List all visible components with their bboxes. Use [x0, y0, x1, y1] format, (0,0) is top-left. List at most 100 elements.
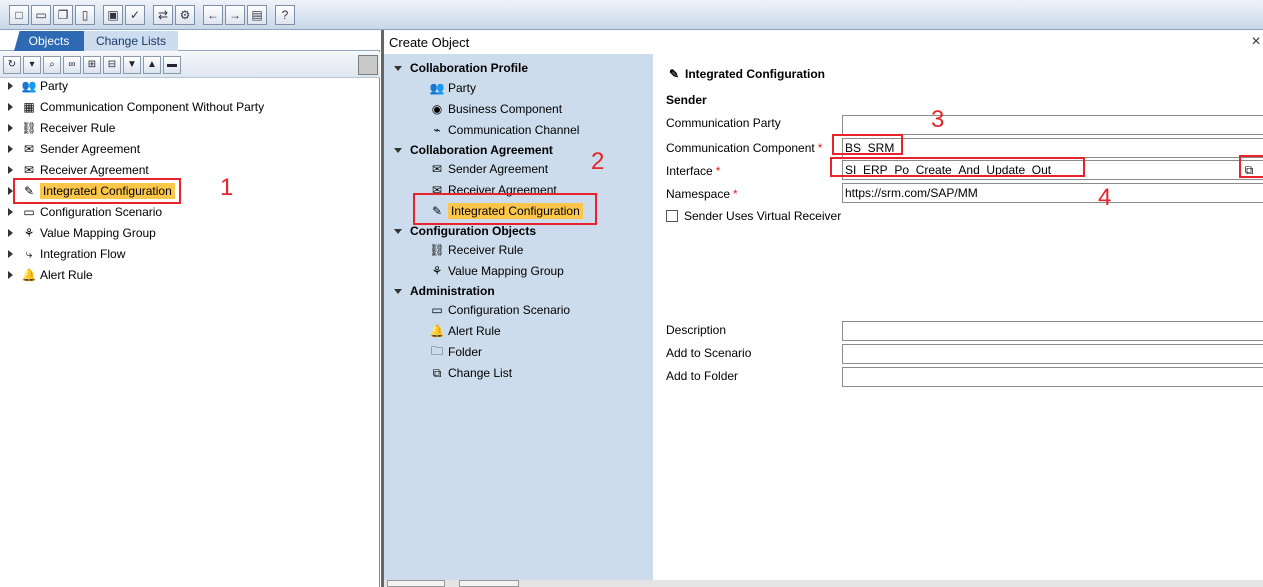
communication-party-label: Communication Party: [666, 116, 781, 130]
navigator-tabs: Objects Change Lists: [0, 30, 380, 51]
hierarchy-icon[interactable]: ⊟: [103, 55, 121, 74]
value-mapping-icon: ⚘: [23, 226, 35, 240]
settings-icon[interactable]: ⚙: [175, 4, 195, 25]
binoculars-icon[interactable]: ∞: [63, 55, 81, 74]
party-icon: 👥: [21, 79, 37, 93]
object-navigator: Objects Change Lists ↻ ▾ ⌕ ∞ ⊞ ⊟ ▼ ▲ ▬ 👥…: [0, 30, 380, 587]
copy-icon[interactable]: ❐: [53, 4, 73, 25]
add-to-folder-label: Add to Folder: [666, 369, 739, 383]
sender-agreement-icon: ✉: [431, 162, 443, 176]
new-icon[interactable]: □: [9, 4, 29, 25]
integration-flow-icon: ⤷: [25, 246, 33, 261]
tree-item-value-mapping-group[interactable]: ⚘ Value Mapping Group: [8, 223, 156, 243]
window-icon[interactable]: ▤: [247, 4, 267, 25]
nav-item-receiver-rule[interactable]: ⛓ Receiver Rule: [429, 240, 523, 260]
find-icon[interactable]: ⌕: [43, 55, 61, 74]
object-type-panel: Collaboration Profile 👥 Party ◉ Business C…: [384, 54, 653, 587]
tree-item-party[interactable]: 👥 Party: [8, 76, 68, 96]
namespace-label: Namespace *: [666, 187, 738, 201]
stop-icon[interactable]: [358, 55, 378, 75]
form-header: ✎ Integrated Configuration: [666, 66, 825, 82]
change-list-icon: ⧉: [432, 365, 442, 380]
nav-item-value-mapping-group[interactable]: ⚘ Value Mapping Group: [429, 261, 564, 281]
description-label: Description: [666, 323, 727, 337]
annotation-number-1: 1: [220, 174, 234, 201]
annotation-box-1: [13, 178, 181, 204]
nav-item-folder[interactable]: 🗀 Folder: [429, 342, 482, 362]
cancel-button[interactable]: [459, 580, 519, 587]
communication-component-input[interactable]: BS_SRM: [842, 138, 1263, 158]
expand-icon[interactable]: ⊞: [83, 55, 101, 74]
namespace-input[interactable]: https://srm.com/SAP/MM: [842, 183, 1263, 203]
alert-rule-icon: 🔔: [429, 324, 445, 338]
annotation-number-2: 2: [591, 148, 605, 175]
down-icon[interactable]: ▼: [123, 55, 141, 74]
multi-copy-icon[interactable]: ▣: [103, 4, 123, 25]
group-collaboration-agreement[interactable]: Collaboration Agreement: [394, 140, 553, 160]
main-toolbar: □ ▭ ❐ ▯ ▣ ✓ ⇄ ⚙ ← → ▤ ?: [0, 0, 1263, 30]
nav-item-communication-channel[interactable]: ⌁ Communication Channel: [429, 120, 579, 140]
tree-item-integration-flow[interactable]: ⤷ Integration Flow: [8, 244, 125, 264]
annotation-number-4: 4: [1098, 184, 1112, 211]
sender-agreement-icon: ✉: [23, 142, 35, 156]
help-icon[interactable]: ?: [275, 4, 295, 25]
annotation-box-4: [1239, 155, 1263, 178]
communication-component-label: Communication Component *: [666, 141, 823, 155]
receiver-rule-icon: ⛓: [21, 121, 37, 135]
tree-item-alert-rule[interactable]: 🔔 Alert Rule: [8, 265, 93, 285]
dialog-title: Create Object: [389, 34, 470, 50]
up-icon[interactable]: ▲: [143, 55, 161, 74]
delete-icon[interactable]: ▯: [75, 4, 95, 25]
forward-arrow-icon[interactable]: →: [225, 4, 245, 25]
tab-objects[interactable]: Objects: [14, 31, 84, 51]
receiver-agreement-icon: ✉: [23, 163, 35, 177]
filter-icon[interactable]: ▾: [23, 55, 41, 74]
back-arrow-icon[interactable]: ←: [203, 4, 223, 25]
add-to-scenario-label: Add to Scenario: [666, 346, 752, 360]
nav-item-business-component[interactable]: ◉ Business Component: [429, 99, 562, 119]
refresh-icon[interactable]: ↻: [3, 55, 21, 74]
check-icon[interactable]: ✓: [125, 4, 145, 25]
config-scenario-icon: ▭: [23, 205, 35, 219]
group-administration[interactable]: Administration: [394, 281, 495, 301]
config-scenario-icon: ▭: [431, 303, 443, 317]
tab-change-lists[interactable]: Change Lists: [84, 31, 178, 51]
pin-icon[interactable]: ▬: [163, 55, 181, 74]
annotation-box-3: [832, 134, 903, 155]
receiver-rule-icon: ⛓: [429, 243, 445, 257]
create-button[interactable]: [387, 580, 445, 587]
folder-icon: 🗀: [430, 343, 443, 358]
close-icon[interactable]: ×: [1249, 32, 1263, 52]
nav-item-alert-rule[interactable]: 🔔 Alert Rule: [429, 321, 501, 341]
nav-item-party[interactable]: 👥 Party: [429, 78, 477, 98]
integrated-config-icon: ✎: [668, 67, 680, 81]
description-input[interactable]: [842, 321, 1263, 341]
party-icon: 👥: [429, 81, 445, 95]
tree-item-configuration-scenario[interactable]: ▭ Configuration Scenario: [8, 202, 162, 222]
component-icon: ▦: [23, 100, 35, 114]
create-object-dialog: Create Object × Collaboration Profile 👥 P…: [381, 30, 1263, 587]
interface-label: Interface *: [666, 164, 721, 178]
transfer-icon[interactable]: ⇄: [153, 4, 173, 25]
annotation-box-interface: [830, 157, 1085, 177]
tree-item-component[interactable]: ▦ Communication Component Without Party: [8, 97, 264, 117]
add-to-scenario-input[interactable]: [842, 344, 1263, 364]
nav-item-sender-agreement[interactable]: ✉ Sender Agreement: [429, 159, 548, 179]
nav-item-change-list[interactable]: ⧉ Change List: [429, 363, 512, 383]
business-component-icon: ◉: [431, 102, 443, 116]
checkbox-box[interactable]: [666, 210, 678, 222]
navigator-toolbar: ↻ ▾ ⌕ ∞ ⊞ ⊟ ▼ ▲ ▬: [0, 52, 380, 78]
group-collaboration-profile[interactable]: Collaboration Profile: [394, 58, 528, 78]
annotation-box-2: [413, 193, 597, 225]
create-form: ✎ Integrated Configuration Sender Communi…: [653, 54, 1263, 580]
value-mapping-icon: ⚘: [431, 264, 443, 278]
tree-item-receiver-agreement[interactable]: ✉ Receiver Agreement: [8, 160, 149, 180]
virtual-receiver-checkbox[interactable]: Sender Uses Virtual Receiver: [666, 206, 841, 226]
tree-item-sender-agreement[interactable]: ✉ Sender Agreement: [8, 139, 140, 159]
open-icon[interactable]: ▭: [31, 4, 51, 25]
channel-icon: ⌁: [433, 123, 441, 137]
communication-party-input[interactable]: [842, 115, 1263, 135]
add-to-folder-input[interactable]: [842, 367, 1263, 387]
tree-item-receiver-rule[interactable]: ⛓ Receiver Rule: [8, 118, 115, 138]
nav-item-configuration-scenario[interactable]: ▭ Configuration Scenario: [429, 300, 570, 320]
